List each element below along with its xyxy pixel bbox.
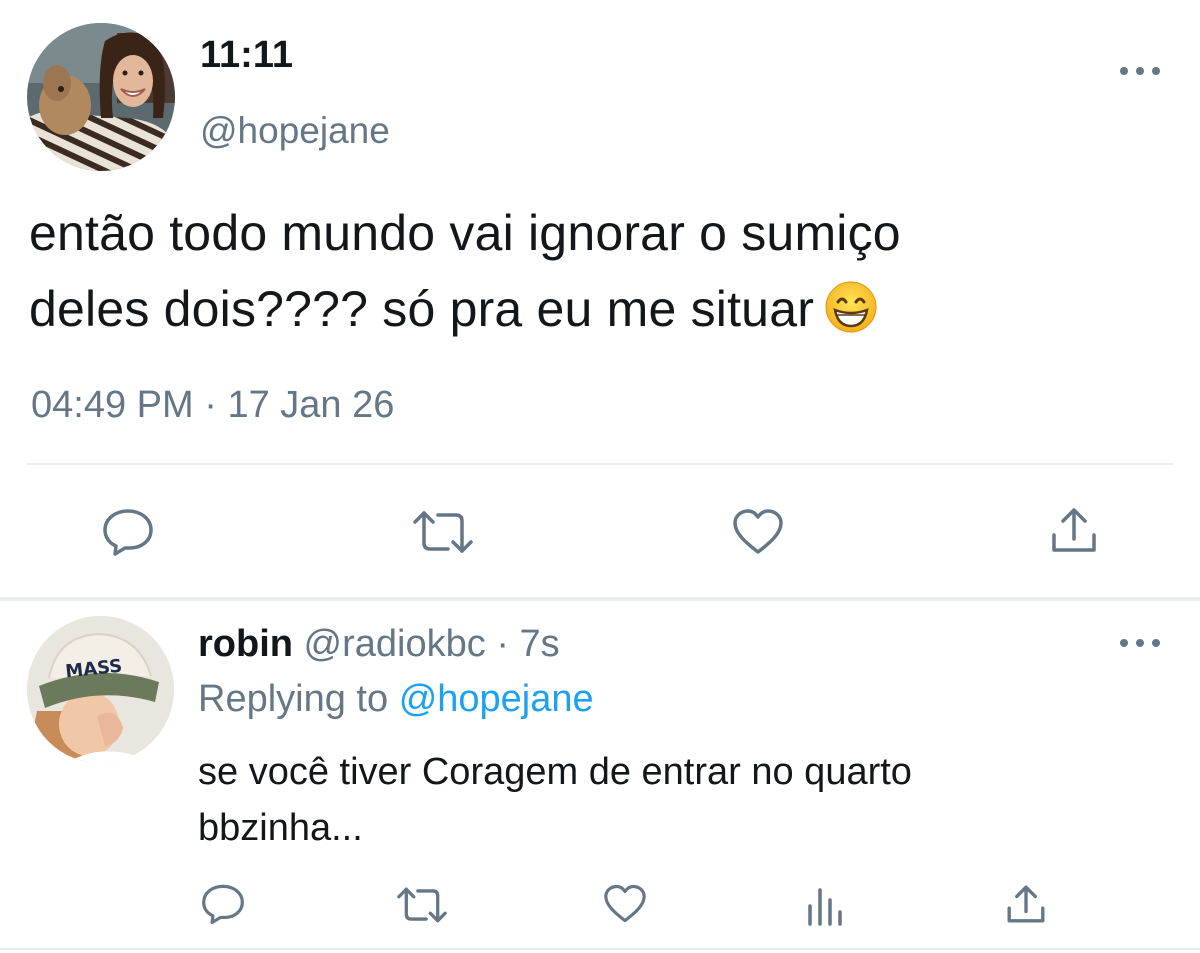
reply-icon (202, 884, 244, 925)
divider (0, 948, 1200, 950)
grinning-face-emoji-icon (825, 281, 877, 333)
tweet-date: 17 Jan 26 (227, 384, 395, 426)
main-avatar[interactable] (27, 23, 175, 171)
share-icon (1052, 508, 1096, 552)
meta-separator: · (496, 623, 509, 665)
reply-display-name[interactable]: robin (198, 623, 293, 665)
reply-analytics-button[interactable] (806, 884, 844, 926)
tweet-time: 04:49 PM (31, 384, 194, 426)
more-dot (1136, 67, 1144, 75)
avatar-photo: MASS (27, 616, 174, 763)
reply-avatar[interactable]: MASS (27, 616, 174, 763)
analytics-icon (808, 888, 842, 926)
tweet-text-line-content: deles dois???? só pra eu me situar (29, 281, 815, 337)
reply-button[interactable] (101, 507, 155, 557)
tweet-text: então todo mundo vai ignorar o sumiço de… (29, 195, 1179, 347)
reply-icon (103, 509, 153, 556)
more-options-icon[interactable] (1120, 64, 1160, 78)
replying-prefix: Replying to (198, 678, 389, 720)
more-dot (1136, 639, 1144, 647)
tweet-text-line: então todo mundo vai ignorar o sumiço (29, 205, 901, 261)
more-dot (1120, 67, 1128, 75)
reply-header: robin @radiokbc · 7s (198, 625, 560, 663)
reply-text-line: se você tiver Coragem de entrar no quart… (198, 751, 912, 793)
reply-like-button[interactable] (602, 884, 648, 924)
retweet-icon (397, 887, 447, 923)
reply-text: se você tiver Coragem de entrar no quart… (198, 744, 1158, 856)
avatar-photo (27, 23, 175, 171)
reply-share-button[interactable] (1005, 883, 1047, 925)
reply-retweet-button[interactable] (396, 886, 448, 924)
like-icon (733, 509, 783, 554)
share-icon (1007, 885, 1045, 923)
tweet-timestamp[interactable]: 04:49 PM · 17 Jan 26 (31, 386, 394, 424)
author-handle[interactable]: @hopejane (200, 112, 390, 149)
share-button[interactable] (1049, 505, 1099, 555)
section-divider (0, 597, 1200, 601)
more-options-icon[interactable] (1120, 636, 1160, 650)
reply-text-line: bbzinha... (198, 807, 363, 849)
retweet-icon (413, 511, 473, 553)
author-display-name[interactable]: 11:11 (200, 36, 293, 74)
more-dot (1152, 67, 1160, 75)
tweet-text-line: deles dois???? só pra eu me situar (29, 271, 1179, 347)
meta-separator: · (204, 384, 217, 426)
more-dot (1120, 639, 1128, 647)
like-icon (604, 884, 646, 923)
reply-reply-button[interactable] (200, 883, 246, 925)
reply-handle[interactable]: @radiokbc (304, 623, 486, 665)
more-dot (1152, 639, 1160, 647)
like-button[interactable] (731, 508, 785, 556)
replying-mention-link[interactable]: @hopejane (399, 678, 594, 720)
divider (27, 463, 1173, 465)
reply-age: 7s (519, 623, 560, 665)
retweet-button[interactable] (412, 509, 474, 555)
replying-to: Replying to @hopejane (198, 680, 594, 718)
